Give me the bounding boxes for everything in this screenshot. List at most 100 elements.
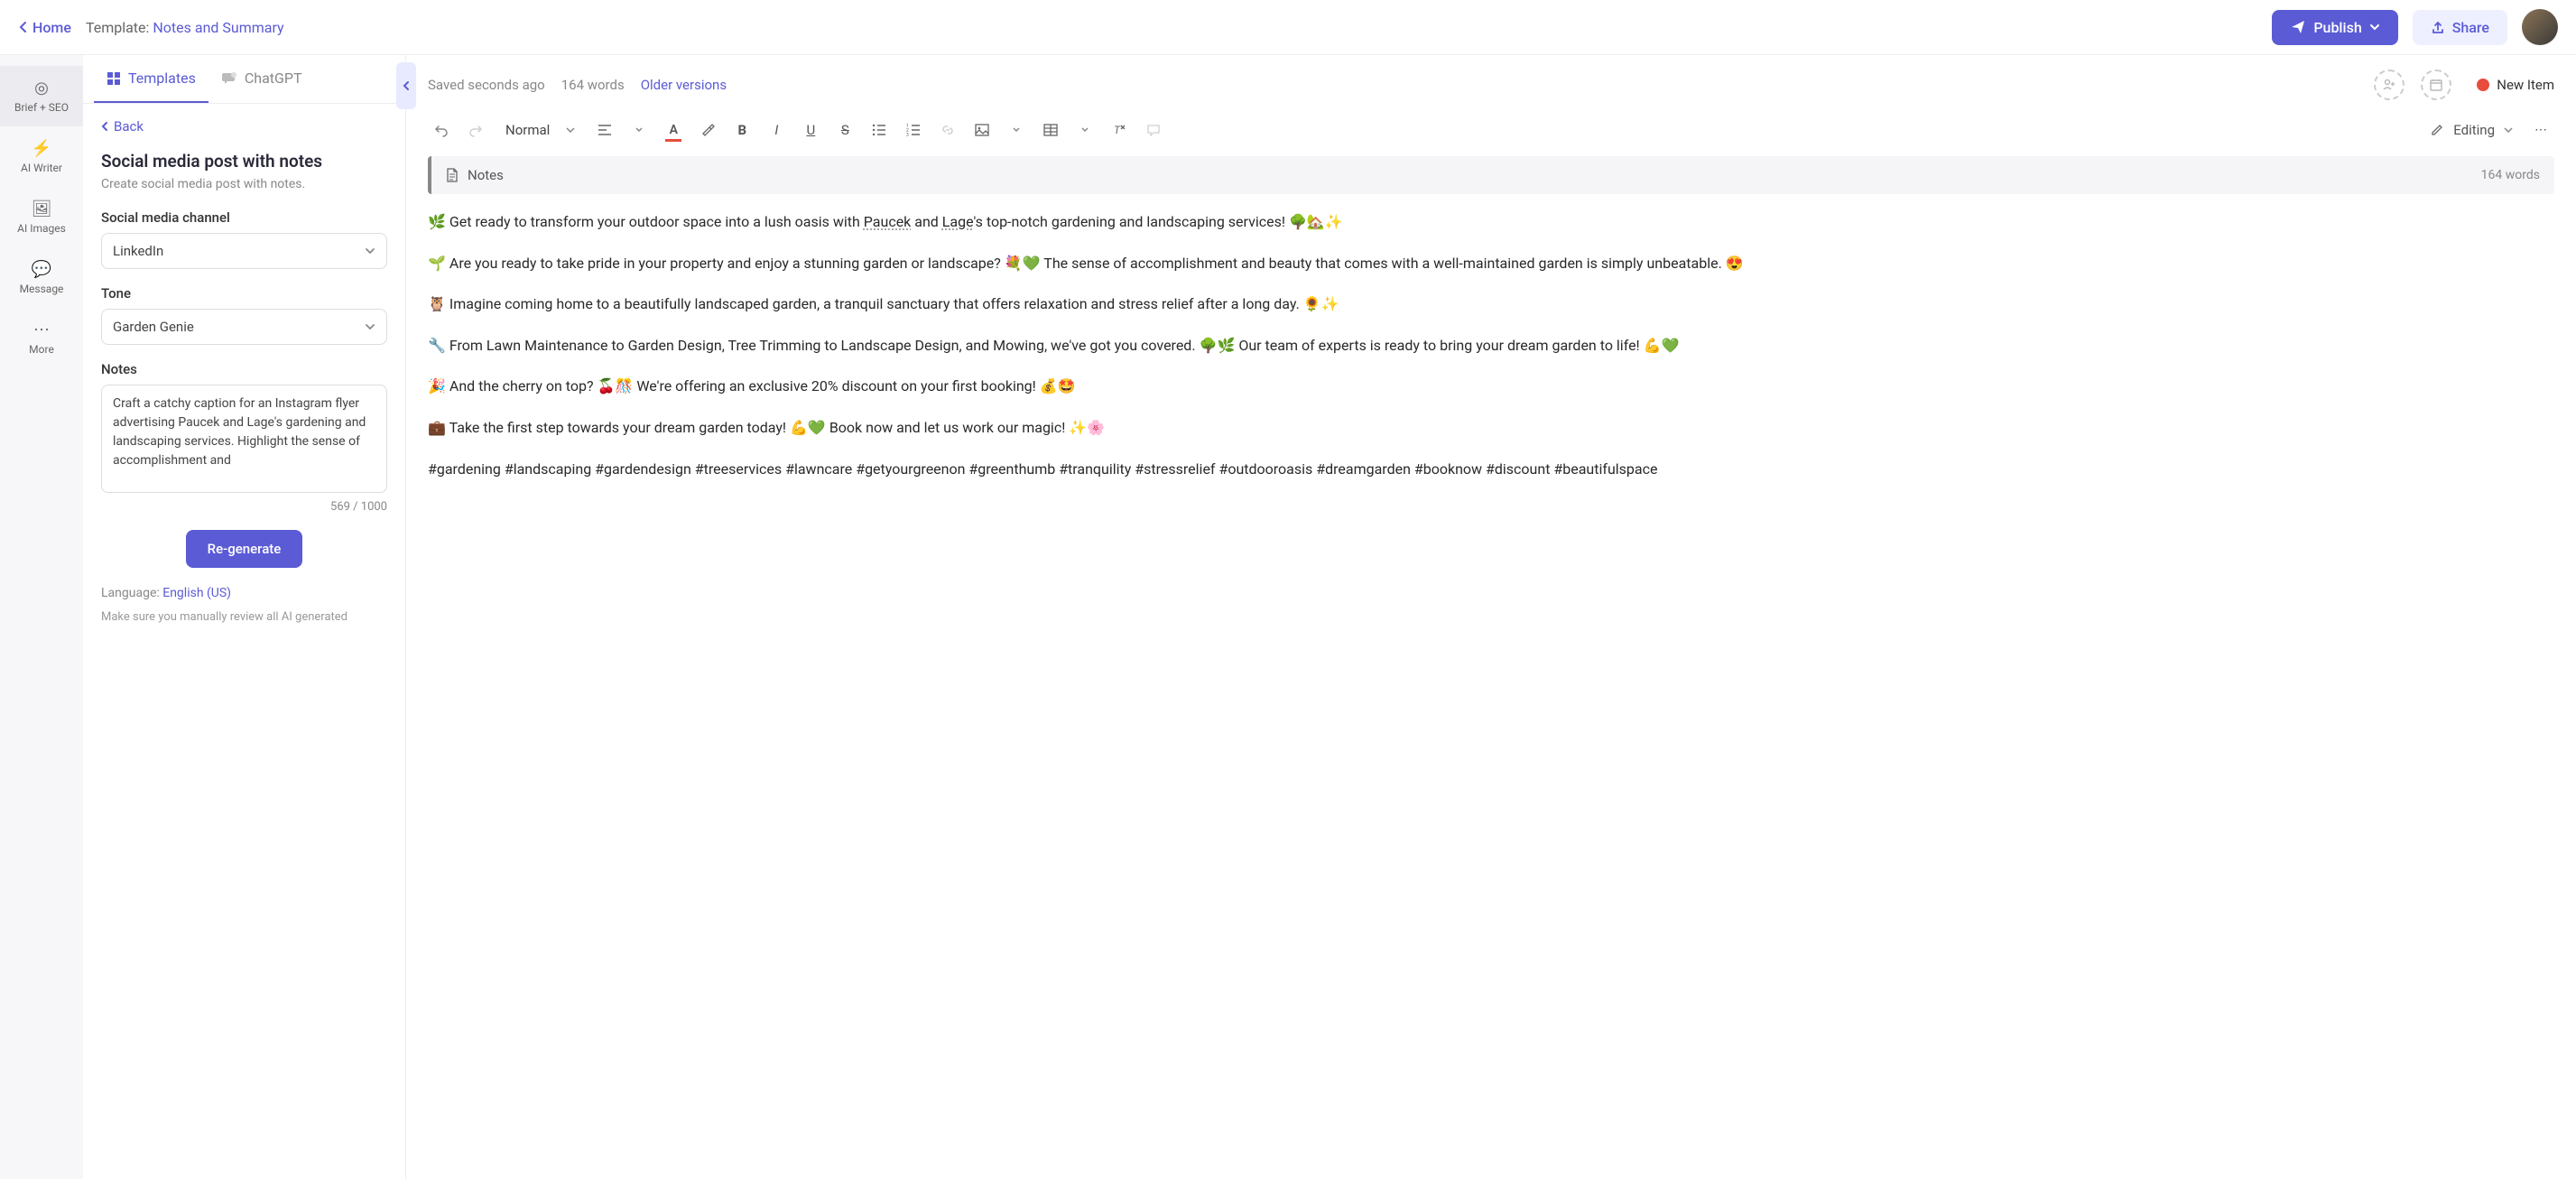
- notes-block-header: Notes 164 words: [428, 156, 2554, 194]
- chevron-down-icon: [365, 247, 375, 255]
- editor-content[interactable]: Notes 164 words 🌿 Get ready to transform…: [406, 156, 2576, 1179]
- undo-button[interactable]: [428, 116, 455, 144]
- tab-templates-label: Templates: [128, 70, 196, 87]
- template-prefix: Template:: [86, 19, 153, 36]
- bold-button[interactable]: B: [728, 116, 755, 144]
- paragraph[interactable]: 🦉 Imagine coming home to a beautifully l…: [428, 292, 2554, 316]
- table-chevron-icon[interactable]: [1071, 116, 1098, 144]
- underline-button[interactable]: U: [797, 116, 824, 144]
- calendar-button[interactable]: [2421, 70, 2451, 100]
- template-name[interactable]: Notes and Summary: [153, 19, 283, 36]
- more-toolbar-button[interactable]: ⋯: [2527, 116, 2554, 144]
- language-prefix: Language:: [101, 586, 162, 600]
- nav-brief-seo[interactable]: ◎ Brief + SEO: [0, 66, 83, 126]
- avatar[interactable]: [2522, 9, 2558, 45]
- paragraph[interactable]: #gardening #landscaping #gardendesign #t…: [428, 458, 2554, 481]
- tab-chatgpt[interactable]: ChatGPT: [208, 55, 315, 103]
- editor: Saved seconds ago 164 words Older versio…: [406, 55, 2576, 1179]
- editing-mode-select[interactable]: Editing: [2430, 122, 2513, 138]
- nav-more-label: More: [29, 343, 54, 356]
- bullet-list-button[interactable]: [866, 116, 893, 144]
- notes-textarea[interactable]: [101, 385, 387, 493]
- disclaimer: Make sure you manually review all AI gen…: [101, 609, 387, 626]
- chevron-down-icon: [2369, 23, 2380, 31]
- bolt-icon: ⚡: [32, 139, 51, 158]
- more-icon: ⋯: [33, 320, 50, 339]
- nav-ai-writer[interactable]: ⚡ AI Writer: [0, 126, 83, 187]
- editor-toolbar: Normal A B I U S 123 T: [406, 109, 2576, 156]
- message-icon: 💬: [32, 260, 51, 279]
- tab-templates[interactable]: Templates: [94, 55, 208, 103]
- tone-value: Garden Genie: [113, 319, 194, 335]
- paragraph[interactable]: 🌱 Are you ready to take pride in your pr…: [428, 252, 2554, 275]
- panel-desc: Create social media post with notes.: [101, 177, 387, 191]
- language-row: Language: English (US): [101, 586, 387, 600]
- status-indicator[interactable]: New Item: [2477, 77, 2554, 93]
- nav-brief-seo-label: Brief + SEO: [14, 101, 69, 114]
- chevron-down-icon: [365, 323, 375, 330]
- paragraph[interactable]: 💼 Take the first step towards your dream…: [428, 416, 2554, 440]
- notes-block-words: 164 words: [2481, 168, 2540, 182]
- paragraph[interactable]: 🎉 And the cherry on top? 🍒🎊 We're offeri…: [428, 375, 2554, 398]
- italic-button[interactable]: I: [763, 116, 790, 144]
- numbered-list-button[interactable]: 123: [900, 116, 927, 144]
- align-button[interactable]: [591, 116, 618, 144]
- image-button[interactable]: [968, 116, 996, 144]
- text-underlined: Paucek: [864, 213, 912, 230]
- share-button[interactable]: Share: [2413, 10, 2507, 45]
- add-user-button[interactable]: [2374, 70, 2405, 100]
- comment-button[interactable]: [1140, 116, 1167, 144]
- share-label: Share: [2452, 19, 2489, 36]
- tone-select[interactable]: Garden Genie: [101, 309, 387, 345]
- highlight-button[interactable]: [694, 116, 721, 144]
- nav-more[interactable]: ⋯ More: [0, 308, 83, 368]
- language-link[interactable]: English (US): [162, 586, 231, 600]
- side-panel: Templates ChatGPT Back Social media post…: [83, 55, 406, 1179]
- nav-ai-images-label: AI Images: [17, 222, 66, 235]
- editing-mode-label: Editing: [2453, 122, 2495, 138]
- back-label: Back: [114, 118, 144, 135]
- pencil-icon: [2430, 123, 2444, 137]
- text: 's top-notch gardening and landscaping s…: [973, 213, 1342, 230]
- paragraph[interactable]: 🌿 Get ready to transform your outdoor sp…: [428, 210, 2554, 234]
- nav-message[interactable]: 💬 Message: [0, 247, 83, 308]
- svg-text:3: 3: [906, 133, 909, 136]
- text-style-select[interactable]: Normal: [496, 118, 584, 142]
- grid-icon: [107, 71, 121, 86]
- clear-format-button[interactable]: T: [1106, 116, 1133, 144]
- document-icon: [446, 168, 459, 182]
- home-link[interactable]: Home: [18, 19, 71, 36]
- panel-title: Social media post with notes: [101, 151, 387, 172]
- collapse-panel-button[interactable]: [396, 62, 416, 109]
- strikethrough-button[interactable]: S: [831, 116, 858, 144]
- nav-ai-images[interactable]: 🖼 AI Images: [0, 187, 83, 247]
- left-nav: ◎ Brief + SEO ⚡ AI Writer 🖼 AI Images 💬 …: [0, 55, 83, 1179]
- image-chevron-icon[interactable]: [1003, 116, 1030, 144]
- target-icon: ◎: [34, 79, 49, 97]
- notes-block-title: Notes: [468, 167, 504, 183]
- chevron-left-icon: [101, 121, 108, 132]
- regenerate-button[interactable]: Re-generate: [186, 530, 303, 568]
- nav-message-label: Message: [20, 283, 64, 295]
- align-chevron-icon[interactable]: [625, 116, 653, 144]
- paragraph[interactable]: 🔧 From Lawn Maintenance to Garden Design…: [428, 334, 2554, 357]
- older-versions-link[interactable]: Older versions: [641, 77, 727, 93]
- channel-value: LinkedIn: [113, 243, 163, 259]
- saved-status: Saved seconds ago: [428, 77, 545, 93]
- topbar: Home Template: Notes and Summary Publish…: [0, 0, 2576, 55]
- back-link[interactable]: Back: [101, 118, 387, 135]
- text: 🌿 Get ready to transform your outdoor sp…: [428, 213, 864, 230]
- channel-select[interactable]: LinkedIn: [101, 233, 387, 269]
- chevron-left-icon: [18, 21, 27, 33]
- text-color-button[interactable]: A: [660, 116, 687, 144]
- table-button[interactable]: [1037, 116, 1064, 144]
- publish-button[interactable]: Publish: [2272, 10, 2397, 45]
- redo-button[interactable]: [462, 116, 489, 144]
- image-icon: 🖼: [32, 200, 52, 218]
- channel-label: Social media channel: [101, 209, 387, 226]
- status-dot-icon: [2477, 79, 2489, 91]
- publish-label: Publish: [2313, 19, 2361, 36]
- text-style-value: Normal: [505, 122, 550, 138]
- link-button[interactable]: [934, 116, 961, 144]
- panel-tabs: Templates ChatGPT: [83, 55, 405, 104]
